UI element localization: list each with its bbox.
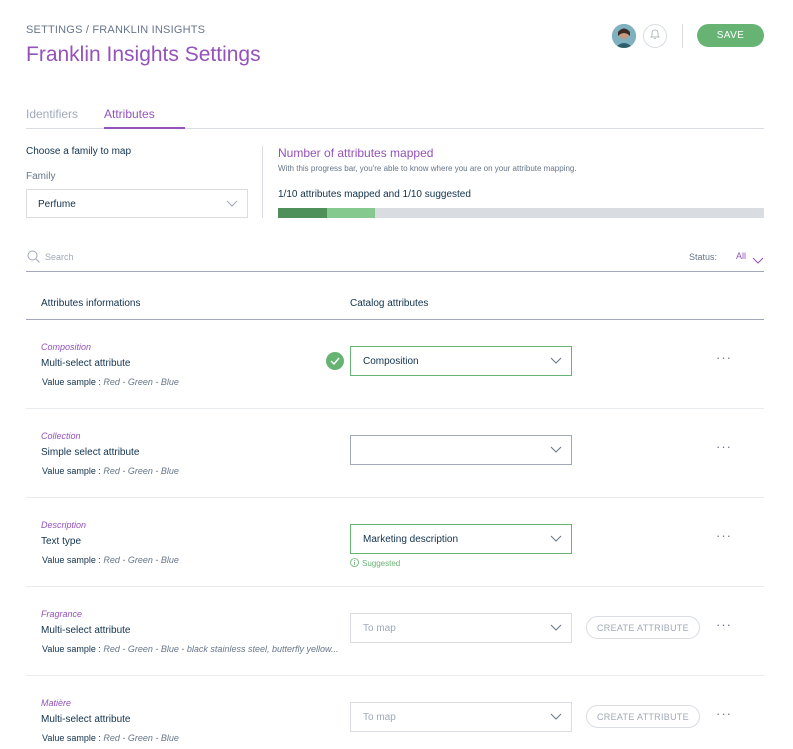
value-sample-label: Value sample : bbox=[42, 733, 101, 743]
value-sample: Value sample : Red - Green - Blue bbox=[42, 466, 179, 476]
status-filter-label: Status: bbox=[689, 252, 718, 262]
tab-bar: Identifiers Attributes bbox=[26, 100, 764, 129]
value-sample-label: Value sample : bbox=[42, 555, 101, 565]
section-divider bbox=[262, 146, 263, 218]
attribute-name: Composition bbox=[41, 342, 92, 352]
more-options-icon[interactable]: ··· bbox=[716, 440, 732, 453]
chevron-down-icon bbox=[550, 713, 562, 724]
attribute-name: Description bbox=[41, 520, 87, 530]
chevron-down-icon bbox=[550, 357, 562, 368]
header-divider bbox=[682, 24, 683, 48]
attribute-type: Multi-select attribute bbox=[41, 714, 131, 725]
progress-summary: 1/10 attributes mapped and 1/10 suggeste… bbox=[278, 189, 471, 200]
catalog-attribute-select[interactable]: To map bbox=[350, 702, 572, 732]
table-row: Description Text type Value sample : Red… bbox=[26, 498, 764, 587]
family-select[interactable]: Perfume bbox=[26, 189, 248, 218]
progress-suggested-segment bbox=[326, 208, 376, 218]
attribute-type: Simple select attribute bbox=[41, 447, 140, 458]
status-filter-value[interactable]: All bbox=[736, 251, 746, 261]
create-attribute-button[interactable]: CREATE ATTRIBUTE bbox=[586, 616, 700, 639]
info-icon bbox=[350, 558, 359, 569]
chevron-down-icon bbox=[550, 535, 562, 546]
column-header-info: Attributes informations bbox=[41, 298, 141, 309]
catalog-attribute-select[interactable]: Marketing description bbox=[350, 524, 572, 554]
notifications-button[interactable] bbox=[643, 24, 667, 48]
value-sample: Value sample : Red - Green - Blue bbox=[42, 555, 179, 565]
breadcrumb: SETTINGS / FRANKLIN INSIGHTS bbox=[26, 24, 206, 36]
catalog-attribute-value: Composition bbox=[363, 356, 419, 367]
save-button[interactable]: SAVE bbox=[697, 24, 764, 47]
value-sample-label: Value sample : bbox=[42, 377, 101, 387]
more-options-icon[interactable]: ··· bbox=[716, 618, 732, 631]
attribute-type: Multi-select attribute bbox=[41, 625, 131, 636]
attribute-type: Multi-select attribute bbox=[41, 358, 131, 369]
more-options-icon[interactable]: ··· bbox=[716, 707, 732, 720]
value-sample-text: Red - Green - Blue bbox=[103, 377, 179, 387]
catalog-attribute-value: To map bbox=[363, 623, 396, 634]
page-title: Franklin Insights Settings bbox=[26, 43, 261, 66]
value-sample: Value sample : Red - Green - Blue bbox=[42, 377, 179, 387]
table-row: Fragrance Multi-select attribute Value s… bbox=[26, 587, 764, 676]
progress-help: With this progress bar, you're able to k… bbox=[278, 164, 577, 173]
catalog-attribute-value: To map bbox=[363, 712, 396, 723]
family-label: Family bbox=[26, 171, 56, 182]
active-tab-indicator bbox=[104, 127, 185, 129]
value-sample: Value sample : Red - Green - Blue - blac… bbox=[42, 644, 339, 654]
catalog-attribute-value: Marketing description bbox=[363, 534, 459, 545]
suggested-label: Suggested bbox=[362, 559, 401, 568]
search-icon bbox=[27, 250, 40, 268]
value-sample-text: Red - Green - Blue bbox=[103, 733, 179, 743]
attribute-type: Text type bbox=[41, 536, 82, 547]
catalog-attribute-select[interactable]: To map bbox=[350, 613, 572, 643]
attribute-name: Fragrance bbox=[41, 609, 83, 619]
tab-attributes[interactable]: Attributes bbox=[104, 107, 155, 121]
value-sample: Value sample : Red - Green - Blue bbox=[42, 733, 179, 743]
avatar[interactable] bbox=[612, 24, 636, 48]
filter-bar: Status: All bbox=[26, 246, 764, 272]
table-row: Composition Multi-select attribute Value… bbox=[26, 320, 764, 409]
more-options-icon[interactable]: ··· bbox=[716, 529, 732, 542]
progress-mapped-segment bbox=[278, 208, 327, 218]
table-row: Collection Simple select attribute Value… bbox=[26, 409, 764, 498]
table-header: Attributes informations Catalog attribut… bbox=[26, 290, 764, 320]
tab-identifiers[interactable]: Identifiers bbox=[26, 107, 78, 121]
value-sample-text: Red - Green - Blue - black stainless ste… bbox=[103, 644, 339, 654]
value-sample-label: Value sample : bbox=[42, 466, 101, 476]
mapping-progress-bar bbox=[278, 208, 764, 218]
chevron-down-icon[interactable] bbox=[752, 252, 764, 270]
column-header-catalog: Catalog attributes bbox=[350, 298, 429, 309]
more-options-icon[interactable]: ··· bbox=[716, 351, 732, 364]
value-sample-text: Red - Green - Blue bbox=[103, 466, 179, 476]
attribute-name: Collection bbox=[41, 431, 81, 441]
search-input[interactable] bbox=[45, 248, 345, 266]
suggested-badge: Suggested bbox=[350, 558, 400, 569]
bell-icon bbox=[649, 27, 661, 45]
value-sample-label: Value sample : bbox=[42, 644, 101, 654]
chevron-down-icon bbox=[550, 446, 562, 457]
family-select-value: Perfume bbox=[38, 199, 76, 210]
chevron-down-icon bbox=[550, 624, 562, 635]
chevron-down-icon bbox=[226, 200, 238, 211]
catalog-attribute-select[interactable]: Composition bbox=[350, 346, 572, 376]
attribute-name: Matière bbox=[41, 698, 72, 708]
table-row: Matière Multi-select attribute Value sam… bbox=[26, 676, 764, 749]
value-sample-text: Red - Green - Blue bbox=[103, 555, 179, 565]
progress-title: Number of attributes mapped bbox=[278, 146, 434, 160]
check-icon bbox=[326, 352, 344, 370]
catalog-attribute-select[interactable] bbox=[350, 435, 572, 465]
family-section-title: Choose a family to map bbox=[26, 146, 132, 157]
create-attribute-button[interactable]: CREATE ATTRIBUTE bbox=[586, 705, 700, 728]
